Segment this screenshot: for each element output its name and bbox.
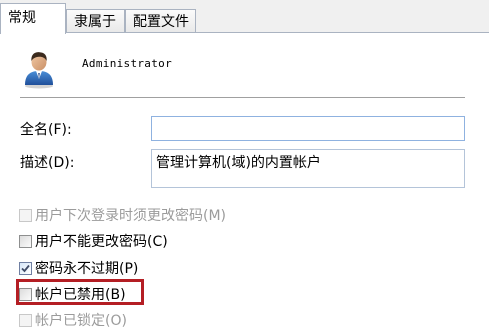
must-change-password-checkbox: [19, 208, 32, 222]
account-locked-checkbox: [19, 313, 32, 327]
highlight-box: [16, 279, 144, 305]
tab-general[interactable]: 常规: [0, 3, 66, 34]
tab-strip: 常规 隶属于 配置文件: [0, 0, 489, 34]
description-field[interactable]: 管理计算机(域)的内置帐户: [151, 149, 465, 188]
full-name-field[interactable]: [151, 116, 465, 141]
separator: [20, 97, 465, 99]
must-change-password-label: 用户下次登录时须更改密码(M): [35, 208, 227, 224]
user-name: Administrator: [82, 57, 172, 70]
tab-profile[interactable]: 配置文件: [125, 9, 196, 32]
password-never-expires-label[interactable]: 密码永不过期(P): [35, 258, 138, 278]
account-locked-option: 帐户已锁定(O): [19, 311, 127, 329]
checkmark-icon: [21, 264, 30, 272]
account-locked-label: 帐户已锁定(O): [35, 313, 127, 329]
password-never-expires-checkbox[interactable]: [19, 261, 32, 275]
must-change-password-option: 用户下次登录时须更改密码(M): [19, 206, 226, 224]
cannot-change-password-option[interactable]: 用户不能更改密码(C): [19, 232, 168, 250]
user-icon: [19, 49, 59, 89]
full-name-label: 全名(F):: [20, 122, 72, 138]
cannot-change-password-checkbox[interactable]: [19, 234, 32, 248]
password-never-expires-option[interactable]: 密码永不过期(P): [19, 259, 138, 277]
tab-member-of[interactable]: 隶属于: [66, 9, 125, 32]
cannot-change-password-label[interactable]: 用户不能更改密码(C): [35, 231, 168, 251]
description-label: 描述(D):: [20, 155, 75, 171]
general-panel: Administrator 全名(F): 描述(D): 管理计算机(域)的内置帐…: [0, 32, 489, 336]
